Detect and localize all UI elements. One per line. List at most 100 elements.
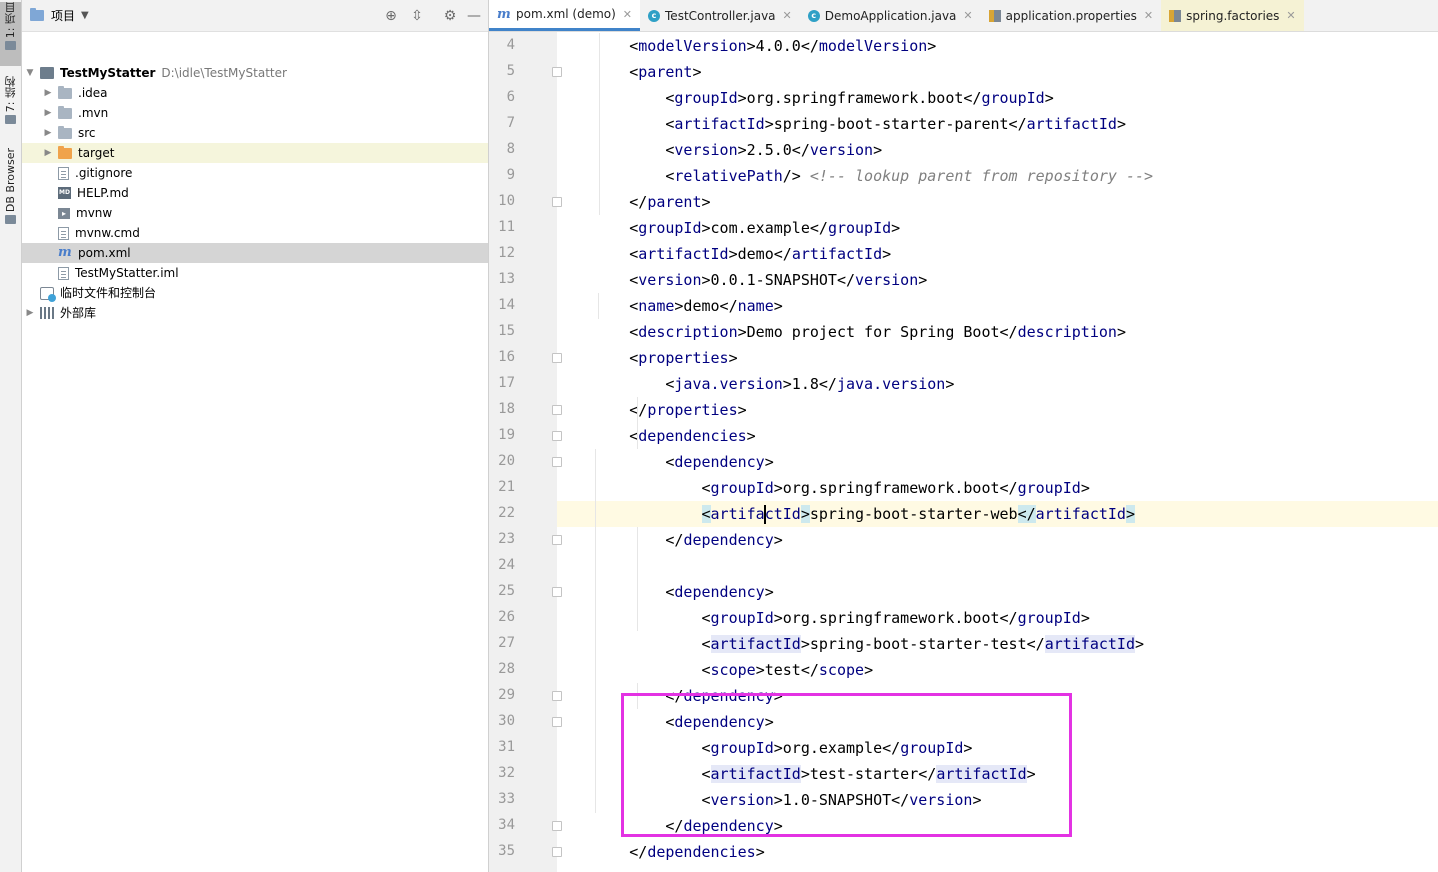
code-line: <artifactId>demo</artifactId> (557, 241, 1438, 267)
code-line: </properties> (557, 397, 1438, 423)
line-number: 4 (506, 37, 515, 53)
editor-tab[interactable]: c DemoApplication.java ✕ (800, 0, 981, 31)
code-line: <groupId>org.springframework.boot</group… (557, 85, 1438, 111)
tree-item[interactable]: ▶ .mvn (22, 103, 488, 123)
text-token: < (629, 63, 639, 81)
text-token: < (701, 635, 711, 653)
hide-panel-icon[interactable]: — (465, 7, 483, 25)
text-token: </ (629, 401, 648, 419)
tag-name-token: description (638, 323, 738, 341)
folder-icon (58, 85, 72, 99)
editor-tab[interactable]: application.properties ✕ (981, 0, 1161, 31)
indent-guide (598, 293, 599, 319)
tree-item[interactable]: .gitignore (22, 163, 488, 183)
line-number: 17 (498, 375, 515, 391)
editor-tab[interactable]: m pom.xml (demo) ✕ (489, 0, 641, 31)
tag-name-token: version (809, 141, 874, 159)
text-token: > (864, 661, 874, 679)
tag-name-token: groupId (1017, 609, 1081, 627)
maven-icon: m (58, 245, 72, 260)
editor-tab[interactable]: spring.factories ✕ (1161, 0, 1304, 31)
file-icon (58, 166, 69, 180)
close-icon[interactable]: ✕ (623, 8, 632, 21)
tree-item[interactable]: ▶ .idea (22, 83, 488, 103)
tree-item[interactable]: MD HELP.md (22, 183, 488, 203)
tag-name-token: artifactId (1035, 505, 1126, 523)
tree-item[interactable]: mvnw.cmd (22, 223, 488, 243)
chevron-right-icon[interactable]: ▶ (42, 123, 54, 143)
left-tool-strip: 1: 项目 7: 结构 DB Browser (0, 0, 22, 872)
project-tool-button[interactable]: 1: 项目 (0, 2, 21, 66)
gear-icon[interactable]: ⚙ (441, 7, 459, 25)
structure-tool-label: 7: 结构 (3, 76, 17, 113)
locate-icon[interactable]: ⊕ (382, 7, 400, 25)
collapse-all-icon[interactable]: ⇳ (408, 7, 426, 25)
line-number: 18 (498, 401, 515, 417)
project-view-selector[interactable]: 项目 (51, 7, 75, 24)
tree-item[interactable]: ▶ target (22, 143, 488, 163)
close-icon[interactable]: ✕ (783, 9, 792, 22)
indent-guide (595, 449, 596, 813)
code-line: <artifactId>spring-boot-starter-test</ar… (557, 631, 1438, 657)
text-token: < (629, 219, 639, 237)
tag-name-token: artifactId (1044, 635, 1135, 653)
line-number: 5 (506, 63, 515, 79)
close-icon[interactable]: ✕ (963, 9, 972, 22)
tree-item[interactable]: 临时文件和控制台 (22, 283, 488, 303)
text-token: > (1116, 323, 1126, 341)
project-panel: 项目 ▼ ⊕ ⇳ ⚙ — ▼ TestMyStatter D:\idle\TestM… (22, 0, 489, 872)
project-tool-icon (5, 41, 16, 51)
tag-name-token: groupId (674, 89, 738, 107)
tree-item[interactable]: m pom.xml (22, 243, 488, 263)
text-token: > (1135, 635, 1145, 653)
comment-token: <!-- lookup parent from repository --> (809, 167, 1154, 185)
chevron-right-icon[interactable]: ▶ (42, 83, 54, 103)
chevron-down-icon[interactable]: ▼ (81, 10, 89, 21)
tree-item-label: 外部库 (60, 306, 97, 320)
text-token: > (728, 349, 738, 367)
editor-tab[interactable]: c TestController.java ✕ (640, 0, 800, 31)
chevron-right-icon[interactable]: ▶ (24, 303, 36, 323)
text-token: < (701, 479, 711, 497)
text-token: </ (629, 843, 648, 861)
structure-tool-button[interactable]: 7: 结构 (0, 76, 21, 136)
text-token: >Demo project for Spring Boot</ (737, 323, 1018, 341)
editor-tab-label: spring.factories (1186, 8, 1280, 23)
indent-guide (599, 33, 600, 215)
code-line: <artifactId>spring-boot-starter-web</art… (557, 501, 1438, 527)
library-icon (40, 307, 54, 319)
line-number: 27 (498, 635, 515, 651)
close-icon[interactable]: ✕ (1286, 9, 1295, 22)
text-token: > (1125, 505, 1135, 523)
close-icon[interactable]: ✕ (1144, 9, 1153, 22)
tree-item[interactable]: ▶ src (22, 123, 488, 143)
tag-name-token: java.version (674, 375, 783, 393)
chevron-down-icon[interactable]: ▼ (24, 63, 36, 83)
line-number: 31 (498, 739, 515, 755)
tree-item[interactable]: TestMyStatter.iml (22, 263, 488, 283)
text-token: < (701, 661, 711, 679)
line-number: 30 (498, 713, 515, 729)
code-line: </dependency> (557, 527, 1438, 553)
text-token: > (945, 375, 955, 393)
annotation-highlight-box (621, 693, 1072, 837)
chevron-right-icon[interactable]: ▶ (42, 103, 54, 123)
project-tool-label: 1: 项目 (3, 2, 17, 39)
text-token: < (629, 37, 639, 55)
code-line: <dependencies> (557, 423, 1438, 449)
db-browser-tool-button[interactable]: DB Browser (0, 148, 21, 232)
tree-item[interactable]: ▼ TestMyStatter D:\idle\TestMyStatter (22, 63, 488, 83)
line-number: 10 (498, 193, 515, 209)
chevron-right-icon[interactable]: ▶ (42, 143, 54, 163)
tree-item[interactable]: ▶ 外部库 (22, 303, 488, 323)
text-token: > (1116, 115, 1126, 133)
tree-item[interactable]: ▸ mvnw (22, 203, 488, 223)
